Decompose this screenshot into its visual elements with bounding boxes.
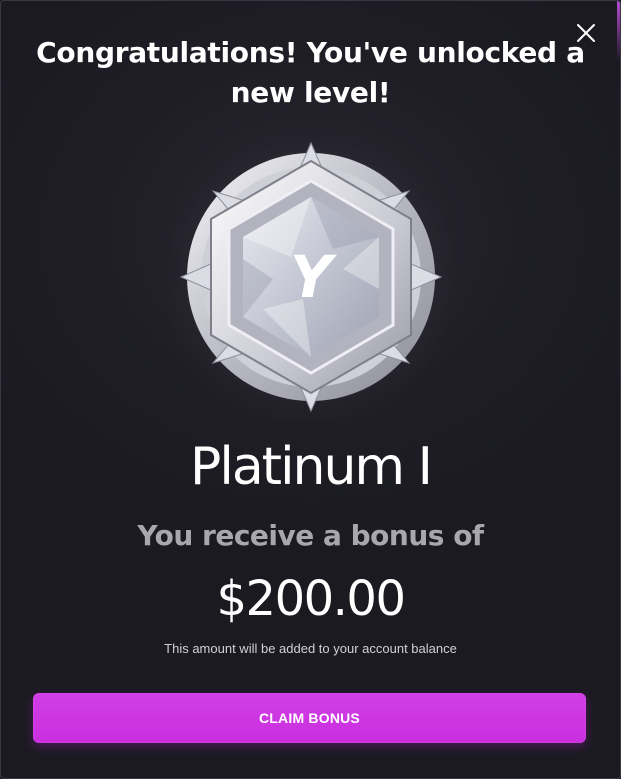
bonus-label: You receive a bonus of bbox=[137, 519, 484, 552]
badge-emblem: Y bbox=[290, 243, 337, 311]
bonus-amount: $200.00 bbox=[216, 571, 407, 627]
balance-note: This amount will be added to your accoun… bbox=[164, 641, 457, 656]
platinum-level-badge-icon: Y bbox=[173, 139, 449, 415]
modal-title: Congratulations! You've unlocked a new l… bbox=[36, 36, 585, 109]
claim-bonus-button[interactable]: CLAIM BONUS bbox=[33, 693, 586, 743]
level-up-modal: Congratulations! You've unlocked a new l… bbox=[0, 0, 621, 779]
level-name: Platinum I bbox=[190, 437, 433, 497]
